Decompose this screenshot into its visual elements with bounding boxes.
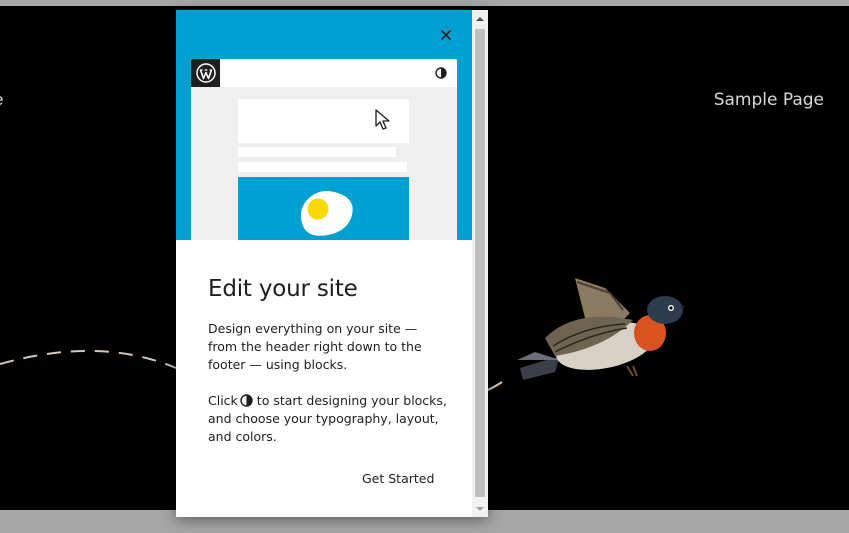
guide-title: Edit your site xyxy=(208,276,358,302)
welcome-guide-dialog: Edit your site Design everything on your… xyxy=(176,10,488,517)
mock-image-block xyxy=(238,177,409,240)
contrast-icon xyxy=(240,394,253,407)
scroll-thumb[interactable] xyxy=(475,29,485,497)
mock-toolbar xyxy=(191,59,457,87)
guide-paragraph-prefix: Click xyxy=(208,393,238,408)
scroll-up-button[interactable] xyxy=(472,10,488,27)
arrow-down-icon xyxy=(476,506,484,511)
guide-paragraph: Design everything on your site — from th… xyxy=(208,321,422,372)
guide-hero-illustration xyxy=(176,10,472,240)
mock-line xyxy=(238,147,396,157)
dialog-scrollbar[interactable] xyxy=(472,10,488,517)
egg-icon xyxy=(300,191,353,236)
guide-content: Edit your site Design everything on your… xyxy=(208,240,448,446)
arrow-up-icon xyxy=(476,16,484,21)
contrast-icon xyxy=(435,67,447,79)
bird-illustration xyxy=(517,278,685,380)
cursor-icon xyxy=(375,109,390,130)
wordpress-logo-icon xyxy=(191,59,220,87)
close-icon xyxy=(440,29,452,41)
guide-paragraph-styles: Click to start designing your blocks, and… xyxy=(208,392,448,446)
editor-mockup xyxy=(191,59,457,240)
close-button[interactable] xyxy=(435,24,457,46)
get-started-button[interactable]: Get Started xyxy=(362,471,434,486)
mock-line xyxy=(238,162,407,172)
scroll-down-button[interactable] xyxy=(472,500,488,517)
